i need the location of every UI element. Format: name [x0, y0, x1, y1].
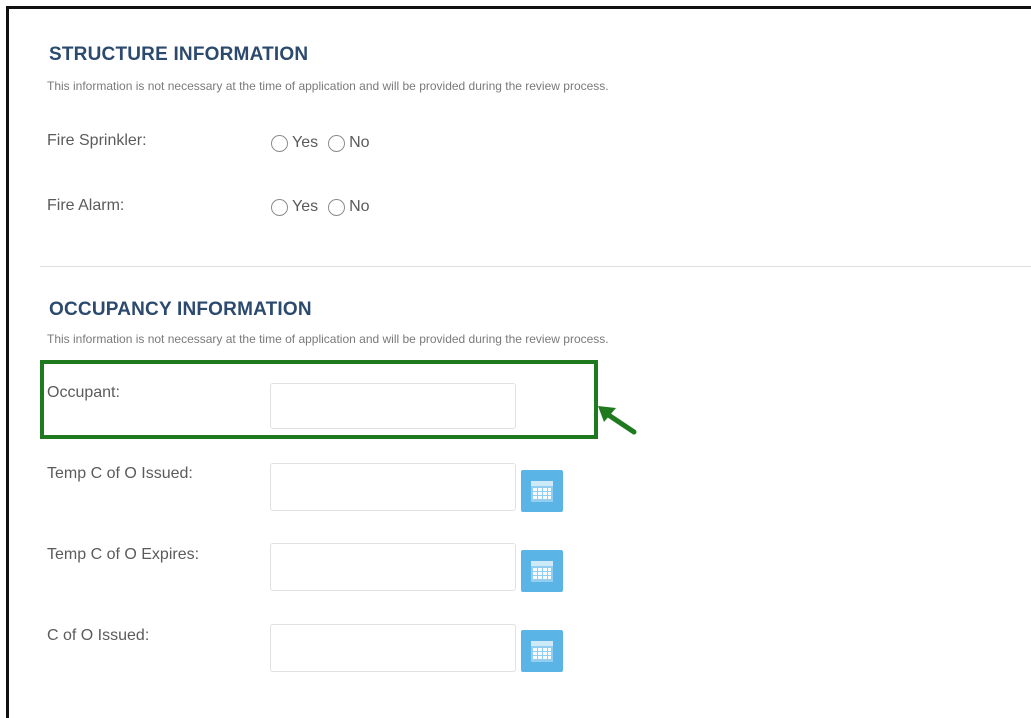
section-divider [40, 266, 1031, 267]
occupant-highlight-box [40, 360, 598, 439]
temp-co-issued-calendar-button[interactable] [521, 470, 563, 512]
fire-sprinkler-radio-group: Yes No [271, 134, 376, 152]
fire-alarm-no-option[interactable]: No [328, 198, 370, 216]
fire-alarm-no-radio[interactable] [328, 198, 346, 216]
temp-co-issued-input[interactable] [270, 463, 516, 511]
occupancy-section-note: This information is not necessary at the… [47, 332, 609, 346]
temp-co-expires-label: Temp C of O Expires: [47, 546, 200, 563]
temp-co-issued-label: Temp C of O Issued: [47, 465, 193, 482]
fire-sprinkler-no-radio[interactable] [328, 134, 346, 152]
structure-section-title: STRUCTURE INFORMATION [49, 44, 309, 65]
co-issued-input[interactable] [270, 624, 516, 672]
fire-alarm-label: Fire Alarm: [47, 197, 125, 214]
co-issued-label: C of O Issued: [47, 627, 150, 644]
fire-alarm-radio-group: Yes No [271, 198, 376, 216]
fire-sprinkler-yes-label: Yes [292, 134, 319, 151]
temp-co-expires-input[interactable] [270, 543, 516, 591]
fire-sprinkler-no-label: No [349, 134, 370, 151]
fire-alarm-yes-radio[interactable] [271, 198, 288, 216]
fire-alarm-yes-option[interactable]: Yes [271, 198, 318, 216]
structure-section-note: This information is not necessary at the… [47, 79, 609, 93]
calendar-icon [531, 481, 553, 502]
fire-alarm-no-label: No [349, 198, 370, 215]
temp-co-expires-calendar-button[interactable] [521, 550, 563, 592]
fire-alarm-yes-label: Yes [292, 198, 319, 215]
fire-sprinkler-yes-option[interactable]: Yes [271, 134, 318, 152]
arrow-icon [598, 406, 637, 435]
calendar-icon [531, 561, 553, 582]
fire-sprinkler-label: Fire Sprinkler: [47, 132, 147, 149]
fire-sprinkler-yes-radio[interactable] [271, 134, 288, 152]
fire-sprinkler-no-option[interactable]: No [328, 134, 370, 152]
occupancy-section-title: OCCUPANCY INFORMATION [49, 299, 312, 320]
co-issued-calendar-button[interactable] [521, 630, 563, 672]
calendar-icon [531, 641, 553, 662]
